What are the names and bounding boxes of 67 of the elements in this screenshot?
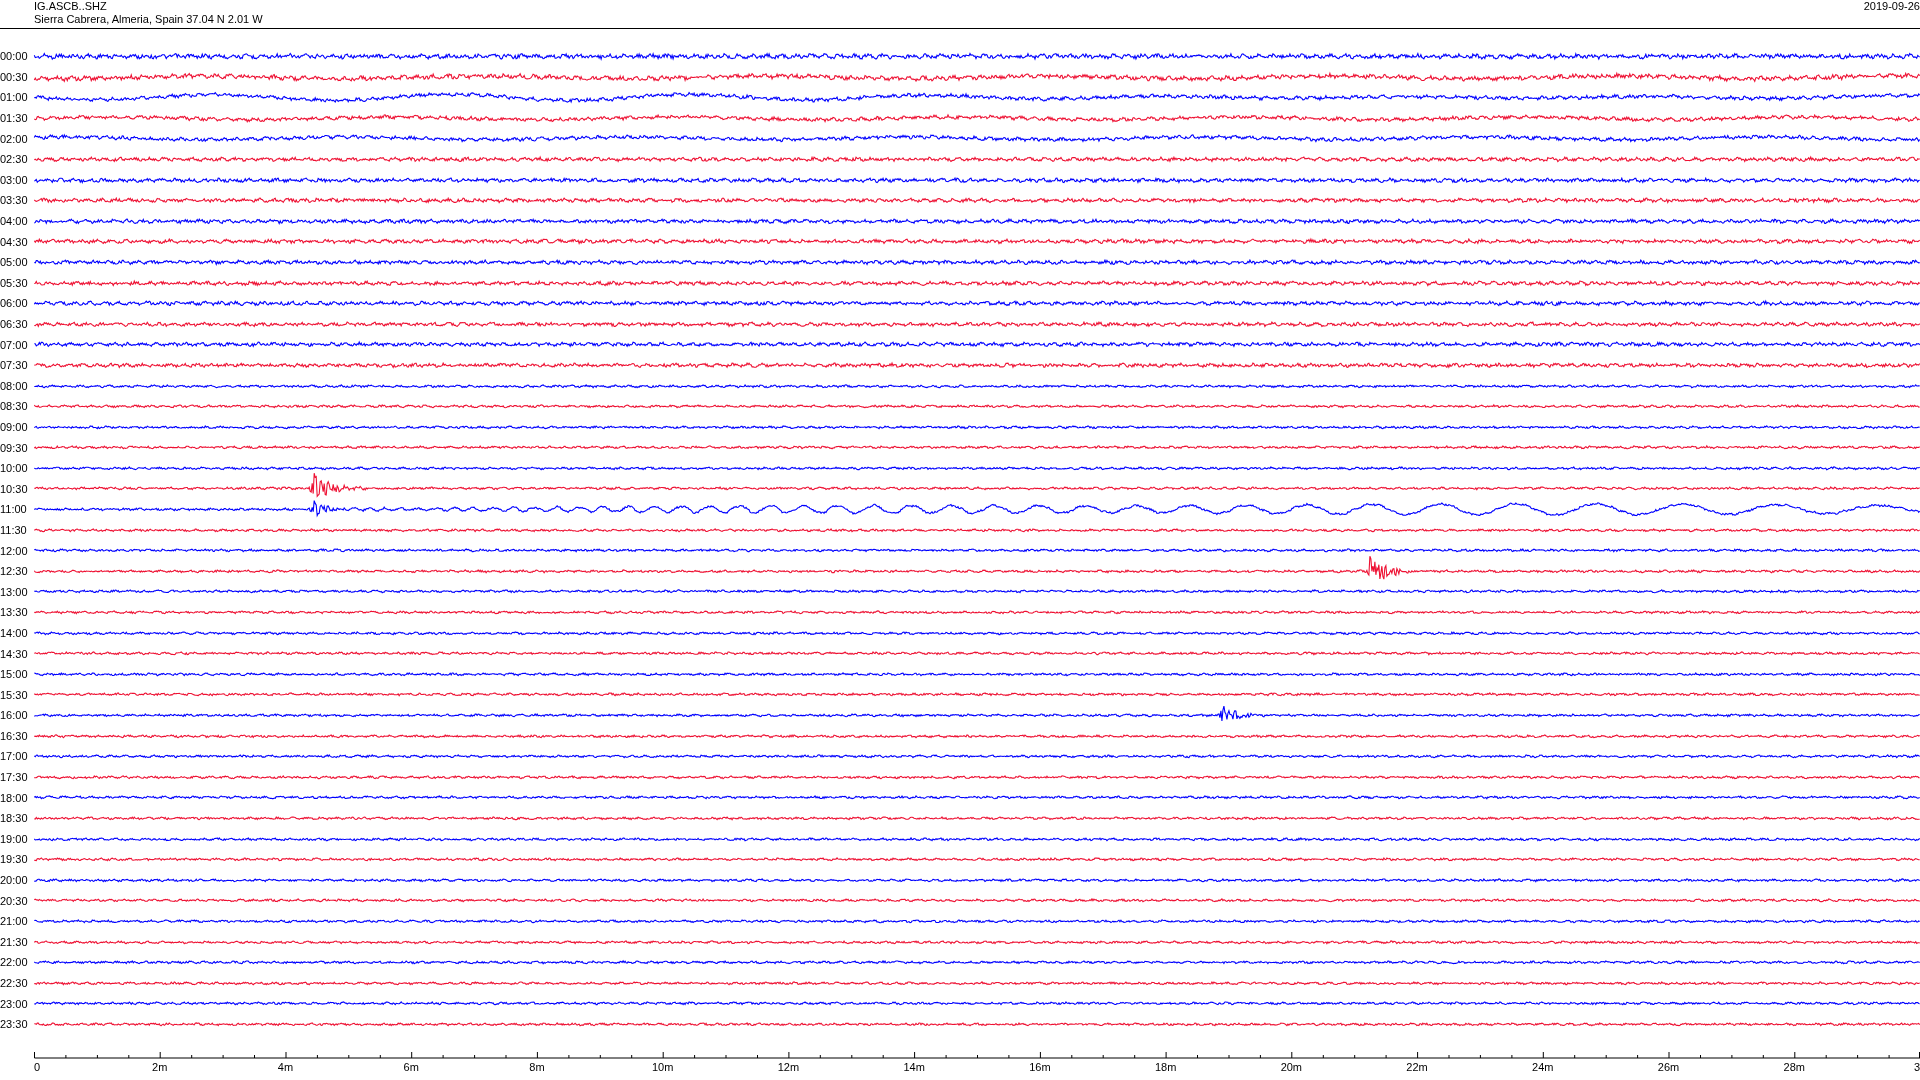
- plot-date: 2019-09-26: [1863, 0, 1920, 14]
- time-label: 19:30: [0, 853, 29, 866]
- axis-label: 22m: [1406, 1060, 1428, 1073]
- time-label: 03:00: [0, 173, 29, 186]
- axis-label: 3: [1913, 1060, 1920, 1073]
- axis-label: 20m: [1280, 1060, 1303, 1073]
- time-label: 05:30: [0, 276, 29, 289]
- time-label: 15:00: [0, 668, 29, 681]
- axis-label: 8m: [529, 1060, 545, 1073]
- time-label: 18:00: [0, 791, 29, 804]
- time-label: 04:30: [0, 235, 29, 248]
- time-label: 13:00: [0, 585, 29, 598]
- axis-label: 26m: [1657, 1060, 1680, 1073]
- time-label: 14:30: [0, 647, 29, 660]
- axis-label: 14m: [903, 1060, 925, 1073]
- axis-label: 28m: [1783, 1060, 1805, 1073]
- time-label: 07:30: [0, 359, 29, 372]
- axis-label: 18m: [1154, 1060, 1177, 1073]
- time-label: 15:30: [0, 688, 29, 701]
- time-label: 08:30: [0, 400, 29, 413]
- station-location: Sierra Cabrera, Almeria, Spain 37.04 N 2.01 W: [34, 13, 263, 26]
- time-label: 22:30: [0, 977, 29, 989]
- time-label: 07:00: [0, 338, 29, 351]
- time-label: 10:00: [0, 462, 29, 475]
- time-label: 23:00: [0, 997, 29, 1010]
- time-label: 00:00: [0, 50, 29, 63]
- time-label: 18:30: [0, 812, 29, 825]
- time-label: 21:30: [0, 935, 29, 948]
- time-label: 21:00: [0, 915, 29, 928]
- time-label: 13:30: [0, 606, 29, 619]
- time-label: 06:00: [0, 297, 29, 310]
- time-label: 01:30: [0, 112, 29, 125]
- time-label: 09:30: [0, 441, 29, 454]
- time-label: 10:30: [0, 482, 29, 495]
- time-label: 12:30: [0, 565, 29, 578]
- time-label: 11:00: [0, 503, 28, 516]
- time-label: 20:00: [0, 874, 29, 887]
- time-label: 00:30: [0, 70, 29, 83]
- time-label: 17:30: [0, 771, 29, 784]
- axis-label: 16m: [1029, 1060, 1051, 1073]
- axis-label: 10m: [651, 1060, 674, 1073]
- time-label: 05:00: [0, 256, 29, 269]
- time-label: 03:30: [0, 194, 29, 207]
- time-label: 14:00: [0, 626, 29, 639]
- axis-label: 2m: [152, 1060, 168, 1073]
- time-label: 06:30: [0, 318, 29, 330]
- time-label: 01:00: [0, 91, 29, 104]
- axis-label: 0: [34, 1060, 41, 1073]
- time-label: 02:00: [0, 132, 29, 145]
- axis-label: 24m: [1532, 1060, 1554, 1073]
- time-label: 16:30: [0, 729, 29, 742]
- time-label: 19:00: [0, 832, 29, 845]
- time-label: 17:00: [0, 750, 29, 763]
- time-label: 12:00: [0, 544, 29, 557]
- time-label: 11:30: [0, 523, 28, 536]
- time-label: 16:00: [0, 709, 29, 722]
- axis-label: 6m: [403, 1060, 419, 1073]
- time-label: 08:00: [0, 379, 29, 392]
- time-label: 20:30: [0, 894, 29, 907]
- time-label: 04:00: [0, 215, 29, 228]
- time-label: 09:00: [0, 421, 29, 433]
- time-label: 22:00: [0, 956, 29, 969]
- axis-label: 4m: [277, 1060, 294, 1073]
- time-label: 23:30: [0, 1018, 29, 1031]
- axis-label: 12m: [777, 1060, 800, 1073]
- station-code: IG.ASCB..SHZ: [34, 0, 108, 13]
- time-label: 02:30: [0, 153, 29, 166]
